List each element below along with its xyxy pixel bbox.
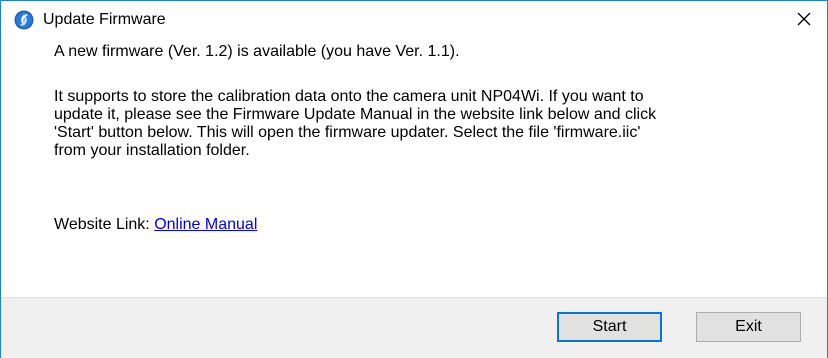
instructions-paragraph: It supports to store the calibration dat… bbox=[54, 88, 814, 160]
close-icon bbox=[796, 11, 812, 27]
instructions-line: from your installation folder. bbox=[54, 142, 250, 159]
window-title: Update Firmware bbox=[43, 11, 166, 28]
instructions-line: It supports to store the calibration dat… bbox=[54, 88, 644, 105]
close-button[interactable] bbox=[781, 1, 827, 37]
button-bar: Start Exit bbox=[1, 297, 827, 358]
firmware-available-text: A new firmware (Ver. 1.2) is available (… bbox=[54, 43, 460, 60]
instructions-line: 'Start' button below. This will open the… bbox=[54, 124, 641, 141]
instructions-line: update it, please see the Firmware Updat… bbox=[54, 106, 657, 123]
update-firmware-dialog: Update Firmware A new firmware (Ver. 1.2… bbox=[0, 0, 828, 358]
website-link-label: Website Link: bbox=[54, 216, 150, 233]
dialog-content bbox=[1, 39, 827, 291]
app-icon bbox=[14, 10, 34, 30]
website-link-row: Website Link: Online Manual bbox=[54, 216, 257, 234]
online-manual-link[interactable]: Online Manual bbox=[154, 216, 257, 233]
start-button[interactable]: Start bbox=[557, 312, 662, 342]
title-bar[interactable]: Update Firmware bbox=[1, 1, 827, 39]
exit-button[interactable]: Exit bbox=[696, 312, 801, 342]
